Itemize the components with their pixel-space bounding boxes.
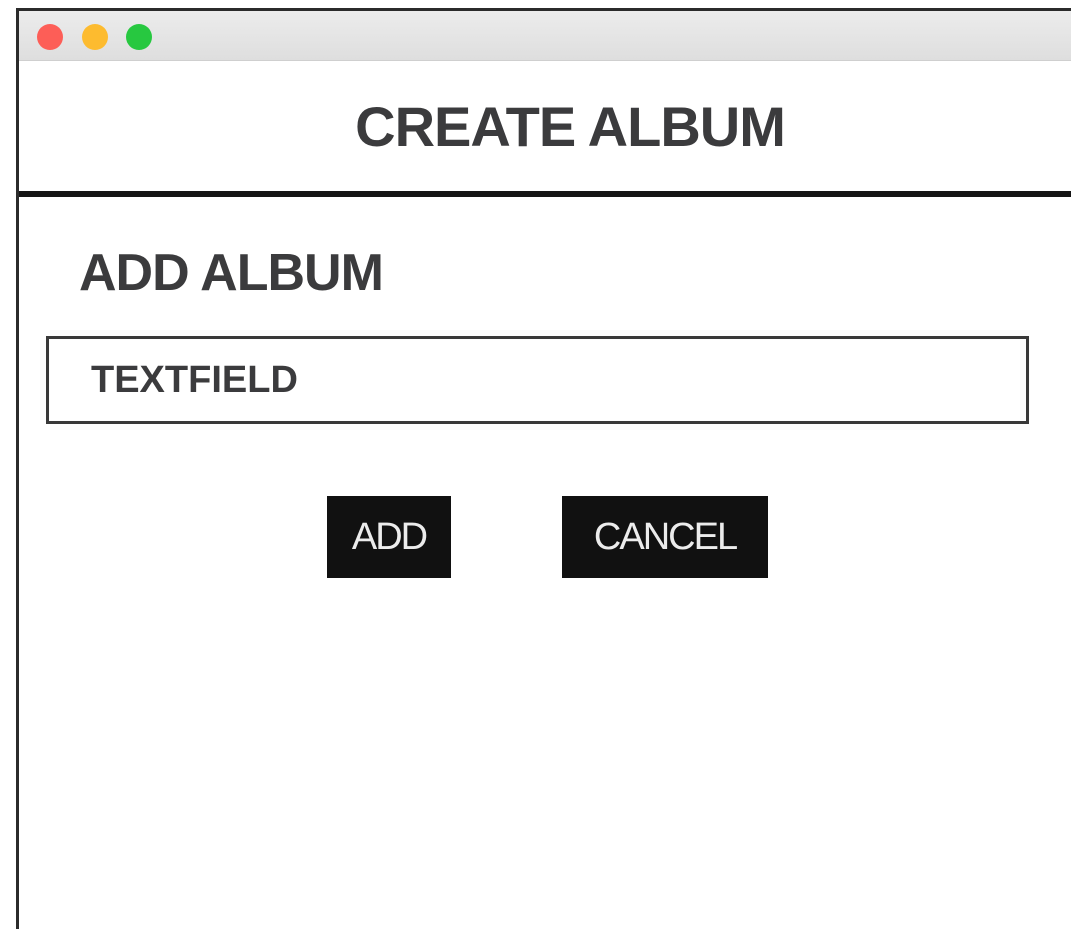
window-titlebar[interactable] [19, 11, 1071, 61]
album-name-input[interactable] [46, 336, 1029, 424]
minimize-icon[interactable] [82, 24, 108, 50]
cancel-button[interactable]: CANCEL [562, 496, 768, 578]
app-window: CREATE ALBUM ADD ALBUM ADD CANCEL [16, 8, 1071, 929]
page-header: CREATE ALBUM [19, 61, 1071, 197]
page-title: CREATE ALBUM [355, 94, 786, 158]
section-title: ADD ALBUM [79, 244, 384, 302]
close-icon[interactable] [37, 24, 63, 50]
add-button[interactable]: ADD [327, 496, 451, 578]
maximize-icon[interactable] [126, 24, 152, 50]
